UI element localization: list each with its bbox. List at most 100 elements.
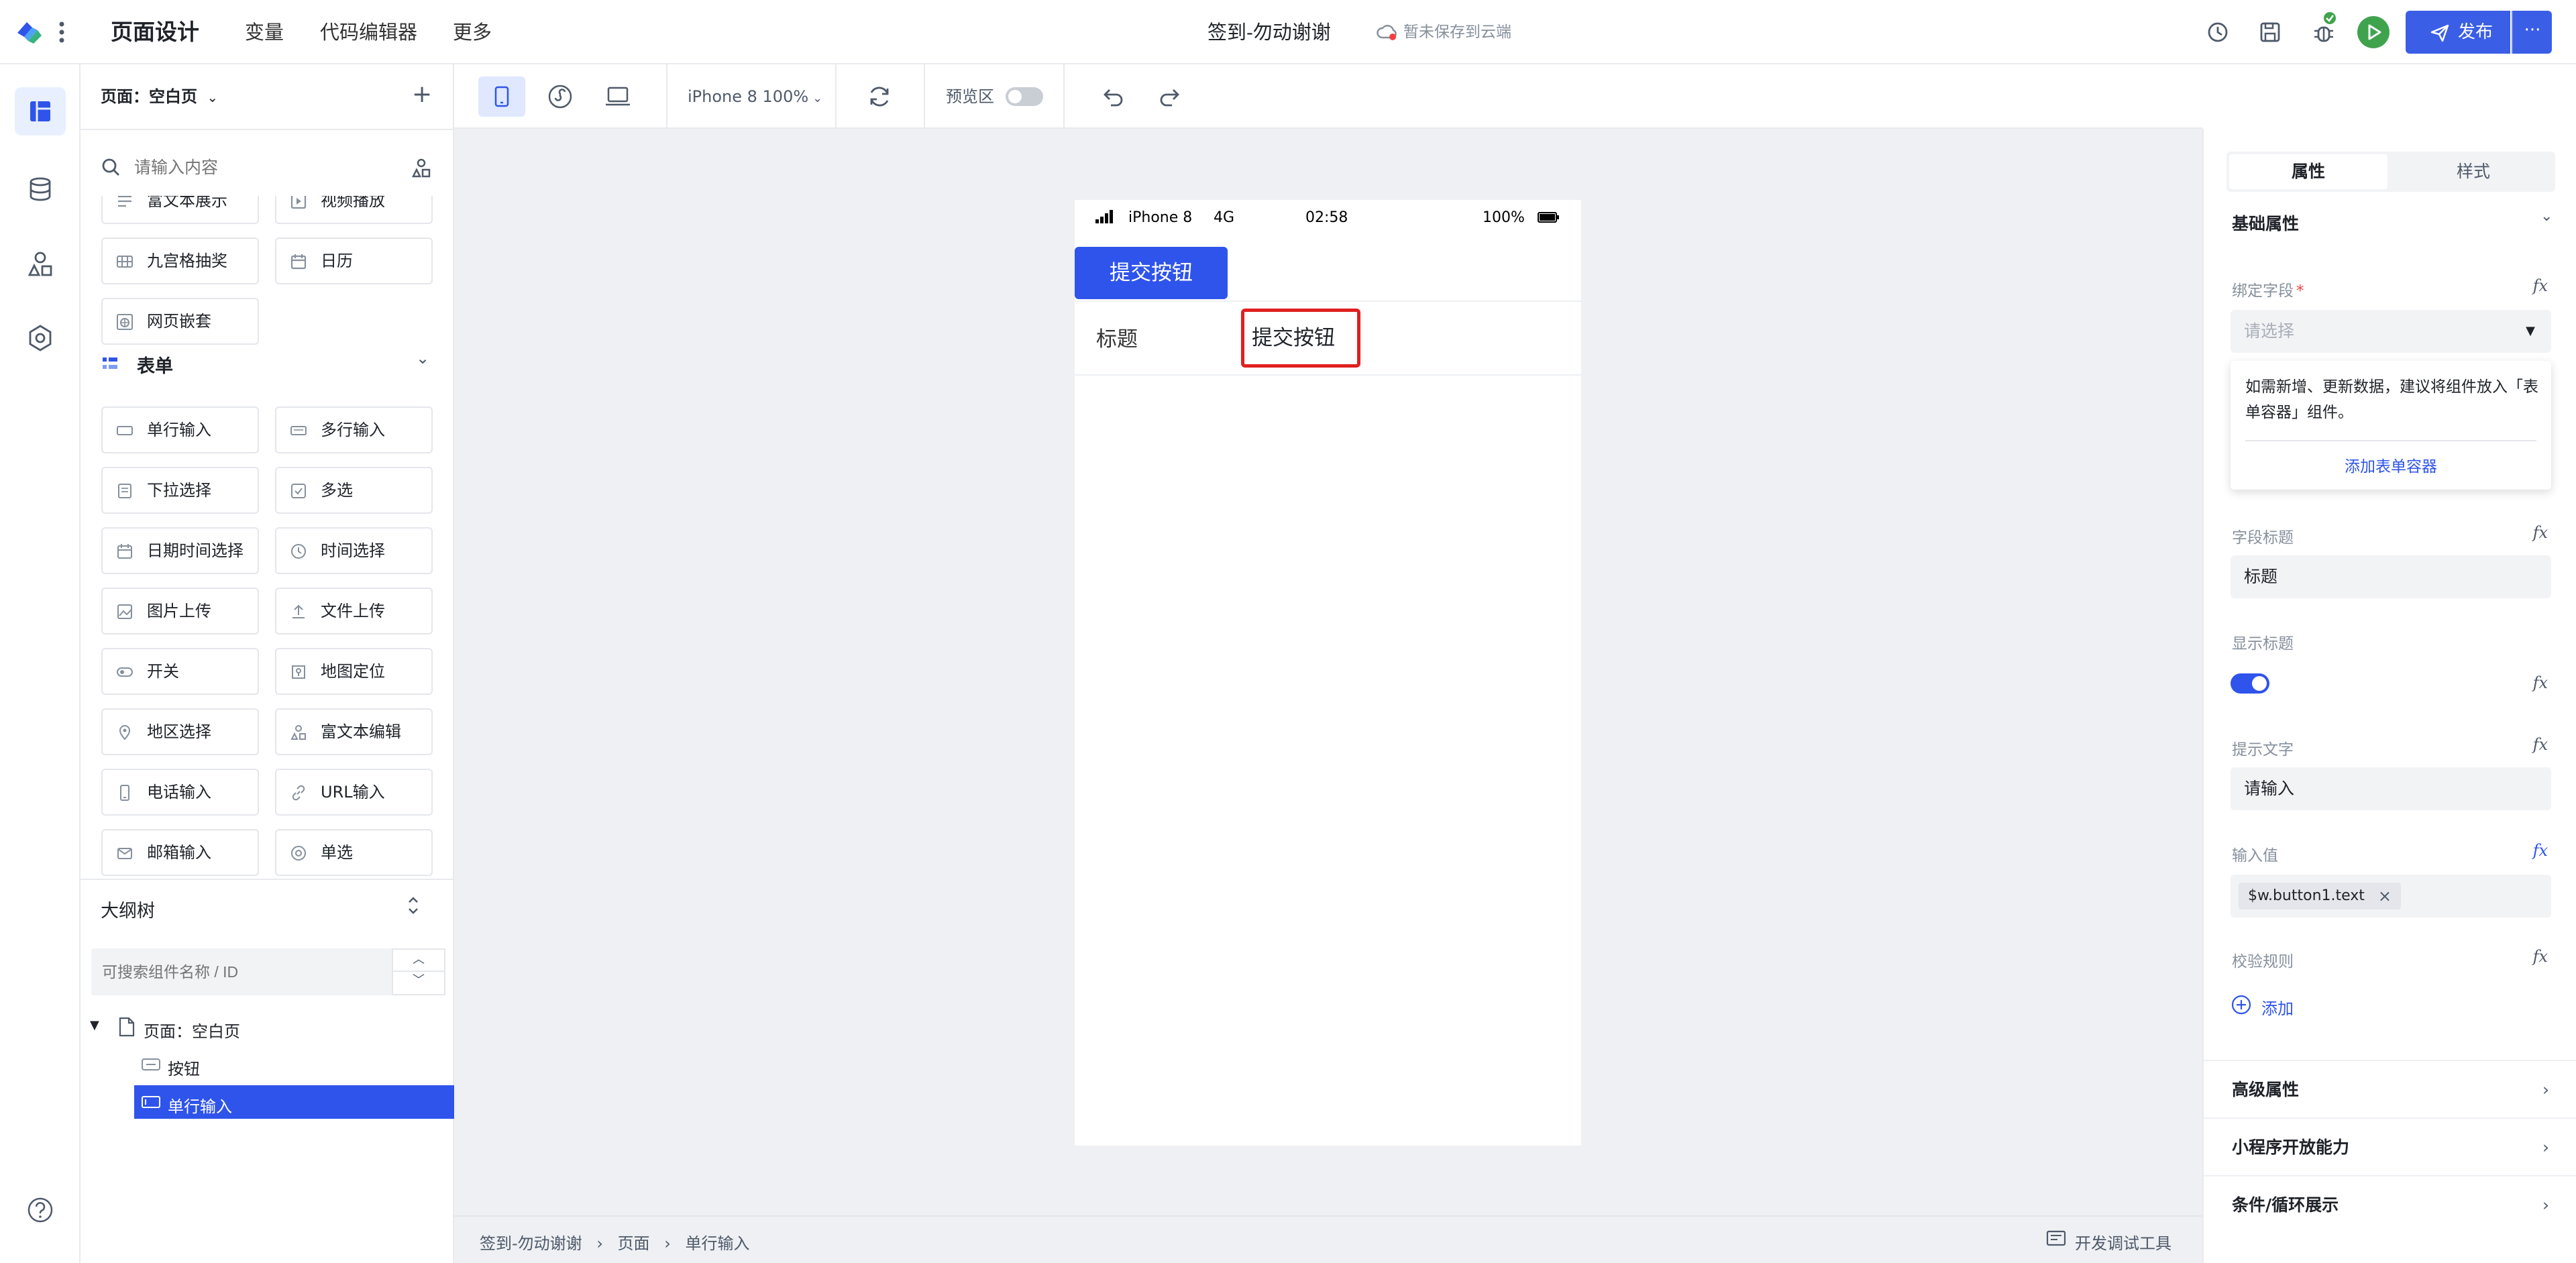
page-title: 页面设计 bbox=[111, 19, 199, 45]
component-lottery-grid[interactable]: 九宫格抽奖 bbox=[101, 237, 259, 284]
form-component-item[interactable]: 地区选择 bbox=[101, 708, 259, 755]
caret-down-icon: ▼ bbox=[2526, 324, 2535, 338]
database-icon[interactable] bbox=[25, 174, 55, 204]
clock-icon bbox=[290, 543, 307, 560]
form-component-item[interactable]: 下拉选择 bbox=[101, 467, 259, 514]
component-iframe[interactable]: 网页嵌套 bbox=[101, 298, 259, 345]
form-component-item[interactable]: 文件上传 bbox=[275, 588, 433, 635]
show-title-toggle[interactable] bbox=[2231, 673, 2269, 694]
device-zoom-label: iPhone 8 100% bbox=[688, 87, 809, 106]
settings-icon[interactable] bbox=[25, 323, 55, 353]
section-miniprogram[interactable]: 小程序开放能力 › bbox=[2204, 1117, 2576, 1175]
section-condition-loop[interactable]: 条件/循环展示 › bbox=[2204, 1175, 2576, 1233]
bind-field-select[interactable]: 请选择 ▼ bbox=[2231, 310, 2551, 353]
fx-icon[interactable]: fx bbox=[2533, 523, 2548, 542]
breadcrumb-page[interactable]: 页面 bbox=[618, 1234, 650, 1253]
refresh-icon[interactable] bbox=[866, 83, 893, 110]
fx-icon[interactable]: fx bbox=[2533, 276, 2548, 295]
tree-root[interactable]: ▼ 页面：空白页 bbox=[90, 1010, 452, 1044]
submit-button[interactable]: 提交按钮 bbox=[1075, 247, 1228, 299]
form-component-label: 单选 bbox=[321, 843, 353, 862]
input-value-label: 输入值 bbox=[2232, 847, 2278, 865]
breadcrumb-app[interactable]: 签到-勿动谢谢 bbox=[480, 1234, 582, 1253]
run-preview-button[interactable] bbox=[2357, 16, 2390, 48]
form-component-item[interactable]: 多选 bbox=[275, 467, 433, 514]
form-component-label: 地区选择 bbox=[147, 722, 211, 741]
field-title-label: 字段标题 bbox=[2232, 529, 2294, 547]
form-component-item[interactable]: 单选 bbox=[275, 829, 433, 876]
add-form-container-link[interactable]: 添加表单容器 bbox=[2231, 453, 2551, 476]
add-page-button[interactable]: + bbox=[412, 80, 432, 108]
single-line-input[interactable]: 提交按钮 bbox=[1241, 309, 1360, 368]
component-calendar[interactable]: 日历 bbox=[275, 237, 433, 284]
history-icon[interactable] bbox=[2204, 19, 2231, 46]
form-component-item[interactable]: 多行输入 bbox=[275, 406, 433, 453]
outline-prev-button[interactable]: ︿ bbox=[392, 948, 445, 972]
undo-icon[interactable] bbox=[1102, 85, 1126, 109]
expand-collapse-icon[interactable] bbox=[404, 893, 423, 918]
outline-search-input[interactable] bbox=[102, 958, 377, 986]
checkbox-icon bbox=[290, 482, 307, 500]
redo-icon[interactable] bbox=[1157, 85, 1181, 109]
component-video-player[interactable]: 视频播放 bbox=[275, 196, 433, 224]
component-library-icon[interactable] bbox=[411, 157, 432, 178]
left-rail bbox=[0, 64, 80, 1263]
field-title-input[interactable]: 标题 bbox=[2231, 555, 2551, 598]
input-value-field[interactable]: $w.button1.text × bbox=[2231, 875, 2551, 918]
chevron-down-icon[interactable]: ⌄ bbox=[416, 349, 429, 368]
fx-icon[interactable]: fx bbox=[2533, 735, 2548, 754]
nav-variables[interactable]: 变量 bbox=[245, 0, 284, 64]
chevron-down-icon: ⌄ bbox=[812, 91, 823, 105]
form-component-item[interactable]: 开关 bbox=[101, 648, 259, 695]
fx-active-icon[interactable]: fx bbox=[2533, 841, 2548, 860]
device-zoom-select[interactable]: iPhone 8 100% ⌄ bbox=[688, 64, 822, 129]
devtools-button[interactable]: 开发调试工具 bbox=[2075, 1230, 2171, 1254]
form-component-item[interactable]: 时间选择 bbox=[275, 527, 433, 574]
bind-field-tip-popover: 如需新增、更新数据，建议将组件放入「表单容器」组件。 添加表单容器 bbox=[2231, 361, 2551, 490]
form-section-title[interactable]: 表单 bbox=[137, 351, 173, 378]
publish-more-button[interactable]: ··· bbox=[2512, 11, 2552, 54]
help-icon[interactable] bbox=[25, 1195, 55, 1225]
tree-item-button[interactable]: 按钮 bbox=[134, 1048, 449, 1081]
miniprogram-icon[interactable] bbox=[547, 83, 574, 110]
desktop-icon[interactable] bbox=[604, 85, 631, 109]
basic-properties-title[interactable]: 基础属性 bbox=[2232, 211, 2299, 235]
publish-button[interactable]: 发布 bbox=[2406, 11, 2510, 54]
form-section-icon bbox=[102, 355, 118, 372]
chevron-down-icon[interactable]: ⌄ bbox=[2540, 208, 2553, 225]
form-component-item[interactable]: URL输入 bbox=[275, 769, 433, 816]
status-battery: 100% bbox=[1483, 209, 1525, 226]
form-component-item[interactable]: 电话输入 bbox=[101, 769, 259, 816]
component-search-input[interactable] bbox=[134, 153, 389, 182]
app-logo-icon[interactable] bbox=[15, 18, 44, 46]
nav-more[interactable]: 更多 bbox=[453, 0, 492, 64]
form-component-item[interactable]: 单行输入 bbox=[101, 406, 259, 453]
page-selector[interactable]: 页面：空白页 ⌄ bbox=[101, 64, 218, 129]
outline-search[interactable] bbox=[91, 948, 392, 995]
form-component-item[interactable]: 日期时间选择 bbox=[101, 527, 259, 574]
section-advanced[interactable]: 高级属性 › bbox=[2204, 1060, 2576, 1117]
fx-icon[interactable]: fx bbox=[2533, 947, 2548, 966]
preview-label: 预览区 bbox=[946, 87, 994, 106]
rail-pages-button[interactable] bbox=[15, 87, 66, 135]
form-component-item[interactable]: 地图定位 bbox=[275, 648, 433, 695]
breadcrumb-component[interactable]: 单行输入 bbox=[685, 1234, 749, 1253]
component-search[interactable] bbox=[101, 148, 436, 186]
tab-style[interactable]: 样式 bbox=[2394, 154, 2553, 189]
preview-toggle[interactable] bbox=[1006, 87, 1043, 106]
more-vertical-icon[interactable] bbox=[58, 20, 66, 44]
components-icon[interactable] bbox=[25, 250, 55, 279]
placeholder-input[interactable]: 请输入 bbox=[2231, 767, 2551, 810]
divider bbox=[1063, 64, 1065, 129]
form-component-item[interactable]: 邮箱输入 bbox=[101, 829, 259, 876]
tab-properties[interactable]: 属性 bbox=[2229, 154, 2387, 189]
nav-code-editor[interactable]: 代码编辑器 bbox=[320, 0, 417, 64]
close-icon[interactable]: × bbox=[2378, 883, 2392, 910]
save-icon[interactable] bbox=[2257, 19, 2284, 46]
device-mobile-button[interactable] bbox=[478, 76, 525, 117]
form-component-item[interactable]: 富文本编辑 bbox=[275, 708, 433, 755]
component-rich-text-display[interactable]: 富文本展示 bbox=[101, 196, 259, 224]
outline-next-button[interactable]: ﹀ bbox=[392, 972, 445, 995]
form-component-item[interactable]: 图片上传 bbox=[101, 588, 259, 635]
fx-icon[interactable]: fx bbox=[2533, 673, 2548, 692]
